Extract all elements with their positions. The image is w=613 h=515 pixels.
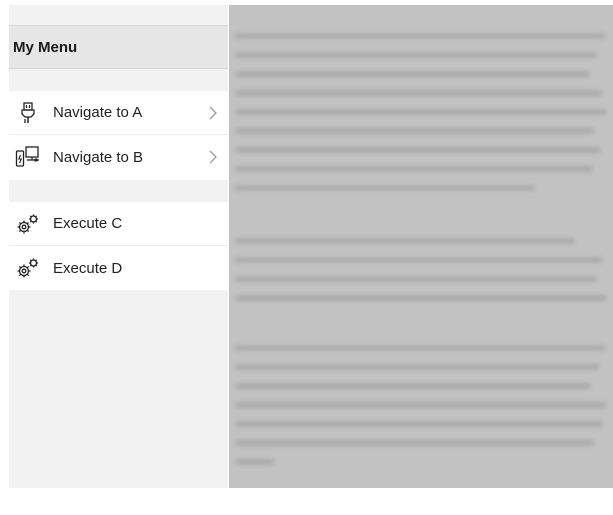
- blurred-content-overlay[interactable]: [229, 5, 613, 488]
- menu-item-navigate-b[interactable]: Navigate to B: [9, 135, 228, 179]
- blurred-text-line: [235, 185, 535, 191]
- navigation-drawer: My Menu Navigate to A Navigate to B Exec…: [9, 5, 228, 488]
- chevron-right-icon: [209, 135, 217, 179]
- blurred-text-line: [235, 166, 593, 172]
- blurred-text-line: [235, 295, 607, 301]
- device-network-icon: [9, 135, 47, 179]
- blurred-text-line: [235, 383, 591, 389]
- blurred-text-line: [235, 90, 603, 96]
- blurred-text-line: [235, 421, 603, 427]
- blurred-text-line: [235, 147, 601, 153]
- menu-item-label: Navigate to B: [53, 148, 144, 166]
- drawer-title: My Menu: [13, 38, 78, 56]
- blurred-text-line: [235, 52, 597, 58]
- blurred-text-line: [235, 71, 590, 77]
- gears-icon: [9, 202, 47, 246]
- menu-item-label: Navigate to A: [53, 104, 143, 121]
- blurred-text-line: [235, 109, 607, 115]
- blurred-text-line: [235, 257, 603, 263]
- menu-item-execute-c[interactable]: Execute C: [9, 202, 228, 246]
- menu-group-navigation: Navigate to A Navigate to B: [9, 91, 228, 180]
- blurred-text-line: [235, 364, 599, 370]
- menu-item-label: Execute C: [53, 215, 123, 232]
- blurred-text-line: [235, 33, 605, 39]
- blurred-text-line: [235, 276, 597, 282]
- menu-item-execute-d[interactable]: Execute D: [9, 246, 228, 290]
- blurred-text-line: [235, 238, 575, 244]
- plug-icon: [9, 91, 47, 135]
- blurred-text-line: [235, 440, 595, 446]
- menu-item-navigate-a[interactable]: Navigate to A: [9, 91, 228, 135]
- gears-icon: [9, 246, 47, 290]
- chevron-right-icon: [209, 91, 217, 135]
- blurred-text-line: [235, 402, 607, 408]
- blurred-text-line: [235, 459, 275, 465]
- blurred-text-line: [235, 345, 605, 351]
- drawer-header: My Menu: [9, 25, 228, 69]
- blurred-text-line: [235, 128, 595, 134]
- menu-group-actions: Execute C Execute D: [9, 202, 228, 290]
- menu-item-label: Execute D: [53, 259, 123, 277]
